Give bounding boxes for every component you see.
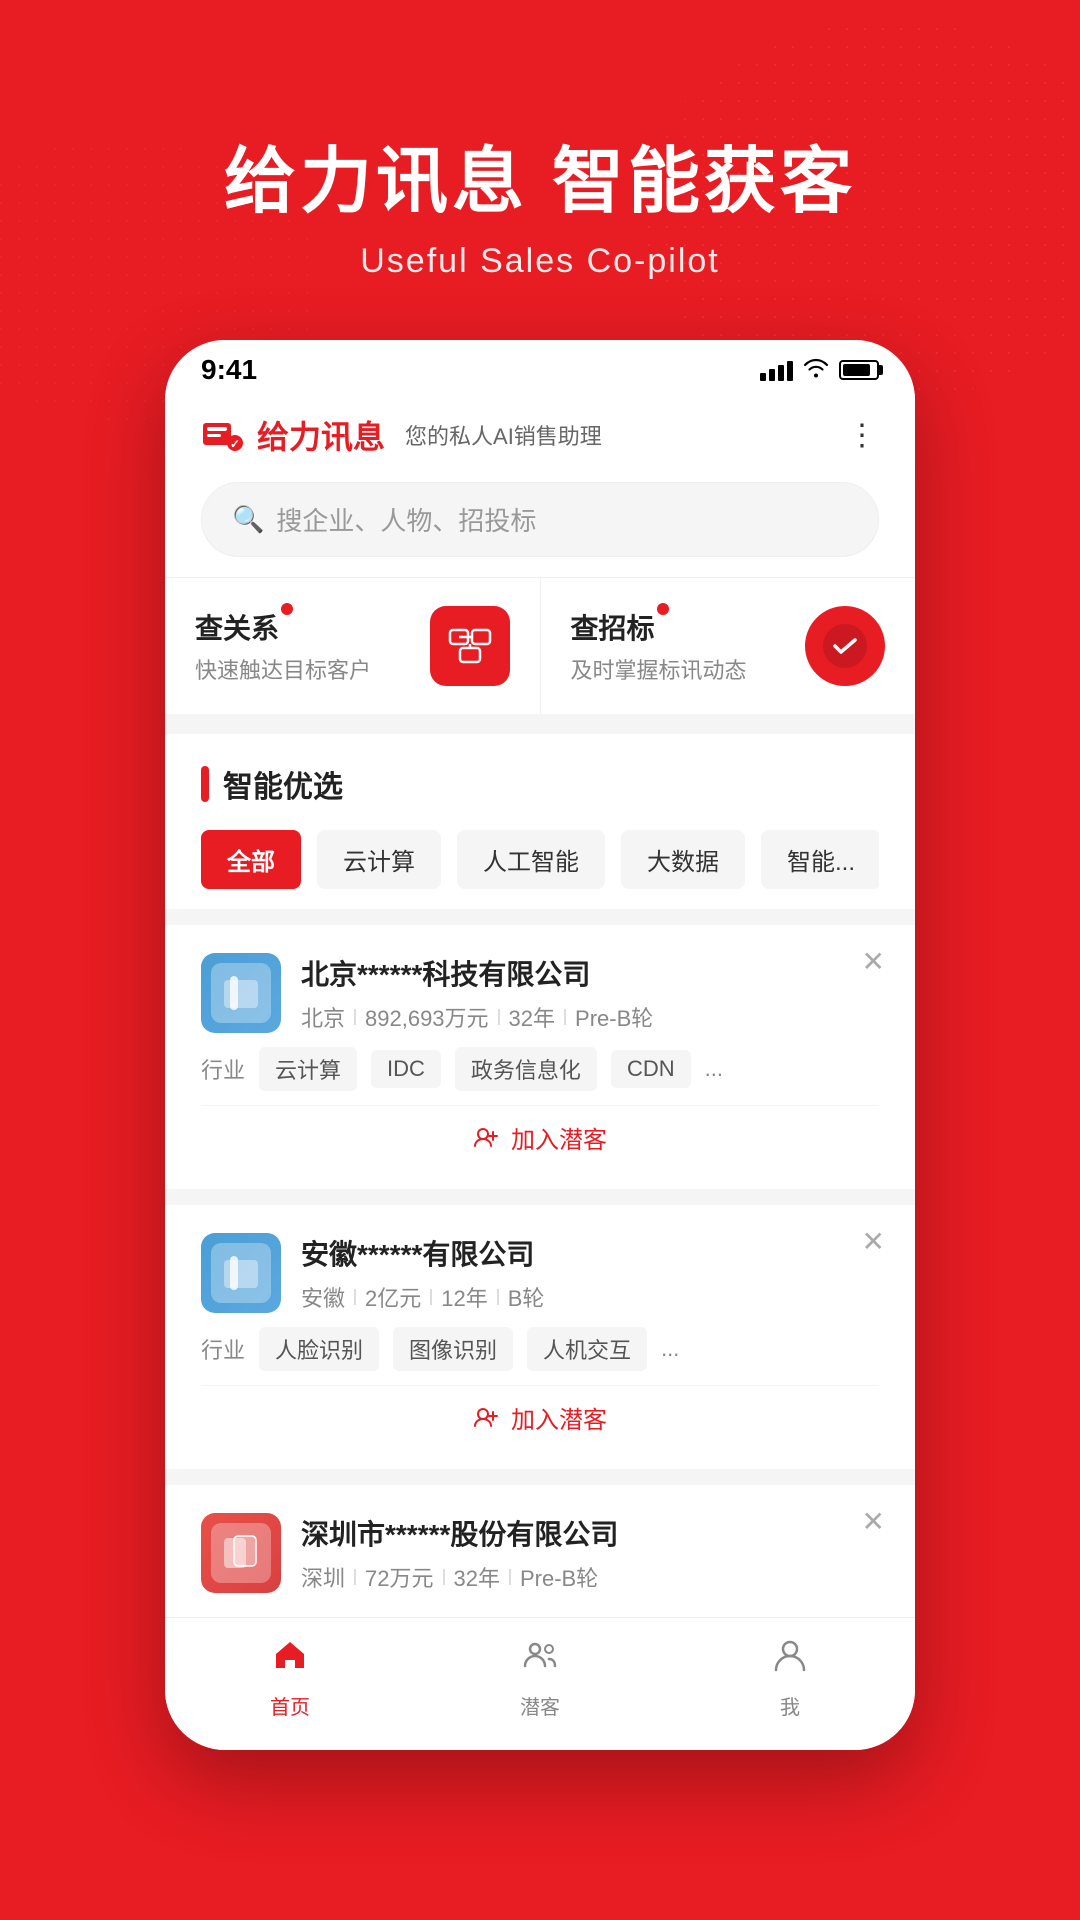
- status-time: 9:41: [201, 354, 257, 386]
- main-content: 智能优选 全部 云计算 人工智能 大数据 智能... ☰ ✕: [165, 714, 915, 1617]
- add-prospect-1[interactable]: 加入潜客: [201, 1105, 879, 1169]
- app-header: ✓ 给力讯息 您的私人AI销售助理 ⋮: [165, 392, 915, 474]
- close-card-3[interactable]: ✕: [862, 1505, 885, 1538]
- nav-item-prospects[interactable]: 潜客: [415, 1636, 665, 1720]
- nav-label-prospects: 潜客: [520, 1691, 560, 1720]
- hero-title: 给力讯息 智能获客: [224, 139, 856, 225]
- add-prospect-label-2: 加入潜客: [511, 1400, 607, 1435]
- tag-2-1[interactable]: 人脸识别: [259, 1327, 379, 1371]
- company-name-2: 安徽******有限公司: [301, 1233, 544, 1273]
- tag-1-4[interactable]: CDN: [611, 1050, 691, 1088]
- section-header: 智能优选: [201, 762, 879, 806]
- phone-frame: 9:41: [165, 340, 915, 1750]
- company-logo-3: [201, 1513, 281, 1593]
- app-name: 给力讯息: [257, 412, 385, 458]
- quick-action-relations[interactable]: 查关系 快速触达目标客户: [165, 578, 541, 714]
- svg-text:✓: ✓: [230, 437, 240, 451]
- status-bar: 9:41: [165, 340, 915, 392]
- company-name-1: 北京******科技有限公司: [301, 953, 653, 993]
- tab-cloud[interactable]: 云计算: [317, 830, 441, 889]
- search-icon: 🔍: [232, 504, 264, 535]
- tag-2-2[interactable]: 图像识别: [393, 1327, 513, 1371]
- company-header-2: 安徽******有限公司 安徽 2亿元 12年 B轮: [201, 1233, 879, 1313]
- company-logo-2: [201, 1233, 281, 1313]
- more-menu-icon[interactable]: ⋮: [847, 418, 879, 453]
- bottom-nav: 首页 潜客: [165, 1617, 915, 1750]
- status-icons: [760, 356, 879, 384]
- app-tagline: 您的私人AI销售助理: [405, 419, 602, 451]
- search-input[interactable]: 搜企业、人物、招投标: [276, 501, 536, 538]
- company-header-3: 深圳市******股份有限公司 深圳 72万元 32年 Pre-B轮: [201, 1513, 879, 1593]
- tab-all[interactable]: 全部: [201, 830, 301, 889]
- smart-section: 智能优选 全部 云计算 人工智能 大数据 智能... ☰: [165, 734, 915, 909]
- nav-item-me[interactable]: 我: [665, 1636, 915, 1720]
- add-prospect-2[interactable]: 加入潜客: [201, 1385, 879, 1449]
- quick-actions: 查关系 快速触达目标客户 查招标 及时掌握标讯动态: [165, 577, 915, 714]
- search-container: 🔍 搜企业、人物、招投标: [165, 474, 915, 577]
- tag-1-2[interactable]: IDC: [371, 1050, 441, 1088]
- tag-1-3[interactable]: 政务信息化: [455, 1047, 597, 1091]
- tab-bigdata[interactable]: 大数据: [621, 830, 745, 889]
- tags-row-1: 行业 云计算 IDC 政务信息化 CDN ...: [201, 1047, 879, 1091]
- tags-row-2: 行业 人脸识别 图像识别 人机交互 ...: [201, 1327, 879, 1371]
- company-meta-1: 北京 892,693万元 32年 Pre-B轮: [301, 1001, 653, 1033]
- bidding-subtitle: 及时掌握标讯动态: [571, 653, 747, 685]
- nav-label-home: 首页: [270, 1691, 310, 1720]
- company-card-1[interactable]: ✕ 北京******科技有限公司 北京: [165, 925, 915, 1189]
- app-logo: ✓ 给力讯息 您的私人AI销售助理: [201, 412, 602, 458]
- bidding-icon: [805, 606, 885, 686]
- tab-smart[interactable]: 智能...: [761, 830, 879, 889]
- company-logo-1: [201, 953, 281, 1033]
- company-card-2[interactable]: ✕ 安徽******有限公司 安徽: [165, 1205, 915, 1469]
- home-icon: [271, 1636, 309, 1683]
- company-name-3: 深圳市******股份有限公司: [301, 1513, 618, 1553]
- relations-title: 查关系: [195, 607, 279, 647]
- nav-item-home[interactable]: 首页: [165, 1636, 415, 1720]
- company-card-3[interactable]: ✕ 深圳市******股份有限公司 深圳: [165, 1485, 915, 1617]
- nav-label-me: 我: [780, 1691, 800, 1720]
- close-card-2[interactable]: ✕: [862, 1225, 885, 1258]
- tag-1-1[interactable]: 云计算: [259, 1047, 357, 1091]
- hero-subtitle: Useful Sales Co-pilot: [360, 242, 719, 281]
- app-logo-icon: ✓: [201, 413, 245, 457]
- section-title-text: 智能优选: [223, 762, 343, 806]
- company-meta-3: 深圳 72万元 32年 Pre-B轮: [301, 1561, 618, 1593]
- relations-subtitle: 快速触达目标客户: [195, 653, 371, 685]
- add-prospect-label-1: 加入潜客: [511, 1120, 607, 1155]
- phone-mockup: 9:41: [0, 340, 1080, 1790]
- quick-action-bidding[interactable]: 查招标 及时掌握标讯动态: [541, 578, 916, 714]
- battery-icon: [839, 360, 879, 380]
- tab-ai[interactable]: 人工智能: [457, 830, 605, 889]
- company-meta-2: 安徽 2亿元 12年 B轮: [301, 1281, 544, 1313]
- me-icon: [771, 1636, 809, 1683]
- prospects-icon: [521, 1636, 559, 1683]
- bidding-title: 查招标: [571, 607, 655, 647]
- tag-2-3[interactable]: 人机交互: [527, 1327, 647, 1371]
- search-bar[interactable]: 🔍 搜企业、人物、招投标: [201, 482, 879, 557]
- category-tabs: 全部 云计算 人工智能 大数据 智能... ☰: [201, 830, 879, 909]
- company-header-1: 北京******科技有限公司 北京 892,693万元 32年 Pre-B轮: [201, 953, 879, 1033]
- relations-icon: [430, 606, 510, 686]
- signal-icon: [760, 359, 793, 381]
- close-card-1[interactable]: ✕: [862, 945, 885, 978]
- title-bar-decoration: [201, 766, 209, 802]
- wifi-icon: [803, 356, 829, 384]
